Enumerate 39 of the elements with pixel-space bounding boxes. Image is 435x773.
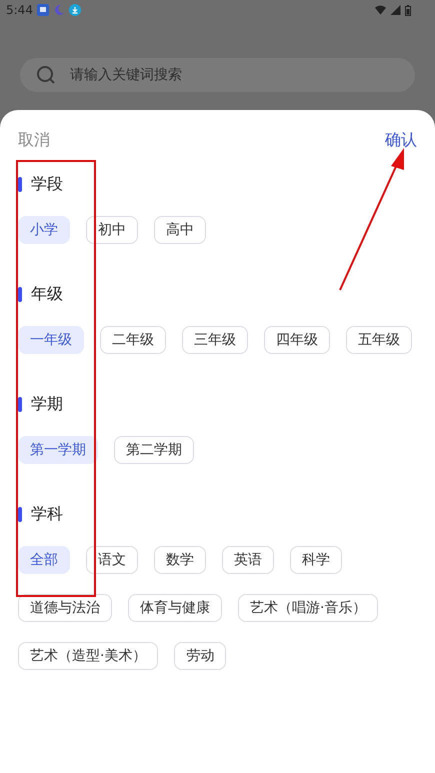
section-title: 学段 — [31, 174, 63, 194]
status-time: 5:44 — [6, 3, 33, 17]
filter-chip[interactable]: 数学 — [154, 546, 206, 574]
section-title: 学期 — [31, 394, 63, 414]
filter-chip[interactable]: 艺术（唱游·音乐） — [238, 594, 378, 622]
app-icon — [36, 4, 49, 16]
search-field[interactable]: 请输入关键词搜索 — [20, 58, 415, 92]
battery-icon — [405, 4, 411, 16]
filter-chip[interactable]: 第二学期 — [114, 436, 194, 464]
download-icon — [68, 4, 81, 16]
filter-chip[interactable]: 三年级 — [182, 326, 248, 354]
section-marker — [18, 286, 22, 302]
filter-chip[interactable]: 第一学期 — [18, 436, 98, 464]
filter-chip[interactable]: 道德与法治 — [18, 594, 112, 622]
filter-chip[interactable]: 小学 — [18, 216, 70, 244]
confirm-button[interactable]: 确认 — [385, 130, 417, 150]
wifi-icon — [375, 5, 386, 15]
section-marker — [18, 506, 22, 522]
filter-chip[interactable]: 四年级 — [264, 326, 330, 354]
filter-chip[interactable]: 英语 — [222, 546, 274, 574]
section-title: 学科 — [31, 504, 63, 524]
filter-chip[interactable]: 劳动 — [174, 642, 226, 670]
filter-chip[interactable]: 一年级 — [18, 326, 84, 354]
filter-chip[interactable]: 高中 — [154, 216, 206, 244]
section-marker — [18, 176, 22, 192]
filter-chip[interactable]: 初中 — [86, 216, 138, 244]
cancel-button[interactable]: 取消 — [18, 130, 50, 150]
signal-icon — [390, 5, 401, 15]
filter-chip[interactable]: 全部 — [18, 546, 70, 574]
filter-chip[interactable]: 艺术（造型·美术） — [18, 642, 158, 670]
filter-chip[interactable]: 二年级 — [100, 326, 166, 354]
section-title: 年级 — [31, 284, 63, 304]
filter-chip[interactable]: 五年级 — [346, 326, 412, 354]
moon-icon — [52, 4, 65, 16]
search-icon — [36, 65, 56, 85]
filter-chip[interactable]: 语文 — [86, 546, 138, 574]
filter-chip[interactable]: 体育与健康 — [128, 594, 222, 622]
filter-chip[interactable]: 科学 — [290, 546, 342, 574]
section-marker — [18, 396, 22, 412]
